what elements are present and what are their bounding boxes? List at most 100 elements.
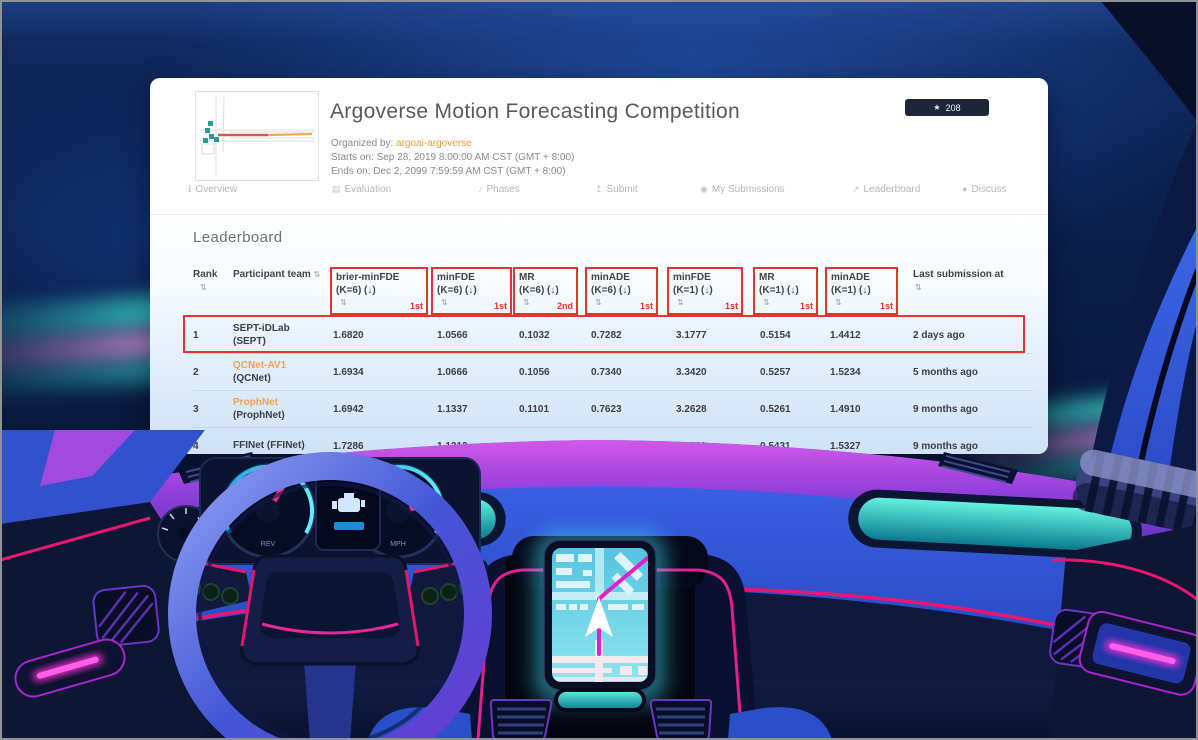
trajectory-line-orange — [268, 134, 312, 135]
star-count-badge[interactable]: ★ 208 — [905, 99, 989, 116]
metric-cell: 1.1337 — [437, 404, 519, 415]
team-cell: ProphNet(ProphNet) — [233, 396, 333, 423]
sort-icon[interactable]: ⇅ — [523, 299, 530, 307]
metric-cell: 0.7623 — [591, 404, 676, 415]
column-header-mr-k6: MR(K=6) (↓)⇅2nd — [519, 261, 591, 317]
star-count: 208 — [946, 103, 961, 113]
rank-cell: 1 — [193, 330, 233, 341]
tab-discuss[interactable]: ●Discuss — [962, 184, 1006, 195]
rank-cell: 4 — [193, 441, 233, 452]
metric-name: brier-minFDE — [336, 272, 422, 285]
metric-name: minFDE — [673, 272, 737, 285]
rank-tag: 2nd — [557, 301, 573, 312]
metric-k: (K=6) (↓) — [591, 285, 652, 298]
metric-name: MR — [759, 272, 812, 285]
team-name-link[interactable]: ProphNet — [233, 396, 333, 410]
tab-overview[interactable]: ℹOverview — [188, 184, 237, 195]
metric-cell: 3.2628 — [676, 404, 760, 415]
tab-submit[interactable]: ↥Submit — [595, 184, 638, 195]
metric-cell: 0.1032 — [519, 330, 591, 341]
metric-cell: 1.7286 — [333, 441, 437, 452]
tab-label: Submit — [607, 184, 638, 195]
tab-leaderboard[interactable]: ⇗Leaderboard — [852, 184, 920, 195]
tab-label: Phases — [487, 184, 520, 195]
metric-cell: 0.5257 — [760, 367, 830, 378]
metric-k: (K=6) (↓) — [437, 285, 506, 298]
column-header-mr-k1: MR(K=1) (↓)⇅1st — [760, 261, 830, 317]
team-cell: SEPT-iDLab(SEPT) — [233, 322, 333, 349]
rank-cell: 3 — [193, 404, 233, 415]
leaderboard-heading: Leaderboard — [193, 229, 282, 246]
organized-by-label: Organized by: — [331, 138, 393, 149]
sort-icon[interactable]: ⇅ — [340, 299, 347, 307]
trajectory-plot — [196, 92, 318, 180]
metric-cell: 1.6820 — [333, 330, 437, 341]
rank-tag: 1st — [800, 301, 813, 312]
table-row-3: 3 ProphNet(ProphNet) 1.6942 1.1337 0.110… — [193, 391, 1033, 428]
metric-k: (K=1) (↓) — [673, 285, 737, 298]
metric-cell: 0.1056 — [519, 367, 591, 378]
metric-cell: 0.7340 — [591, 367, 676, 378]
metric-cell: 1.5327 — [830, 441, 913, 452]
sort-icon[interactable]: ⇅ — [763, 299, 770, 307]
metric-cell: 1.0566 — [437, 330, 519, 341]
rank-tag: 1st — [494, 301, 507, 312]
sort-icon[interactable]: ⇅ — [314, 271, 321, 279]
tab-phases[interactable]: ♪Phases — [478, 184, 520, 195]
table-header-row: Rank⇅ Participant team ⇅ brier-minFDE(K=… — [193, 261, 1033, 317]
metric-cell: 1.4910 — [830, 404, 913, 415]
team-name-link[interactable]: QCNet-AV1 — [233, 359, 333, 373]
competition-nav: ℹOverview ▤ Evaluation ♪Phases ↥Submit ◉ M… — [150, 178, 1048, 208]
rank-tag: 1st — [725, 301, 738, 312]
metric-k: (K=6) (↓) — [336, 285, 422, 298]
tab-evaluation[interactable]: ▤ Evaluation — [332, 184, 391, 195]
sort-icon[interactable]: ⇅ — [915, 284, 1033, 292]
rank-tag: 1st — [880, 301, 893, 312]
annotation-box-metric-3: MR(K=6) (↓)⇅2nd — [513, 267, 578, 315]
metric-cell: 0.5154 — [760, 330, 830, 341]
organizer-link[interactable]: argoai-argoverse — [396, 138, 472, 149]
column-header-minade-k1: minADE(K=1) (↓)⇅ 1st — [830, 261, 913, 317]
tab-my-submissions[interactable]: ◉ My Submissions — [700, 184, 785, 195]
metric-cell: 3.3420 — [676, 367, 760, 378]
annotation-box-metric-7: minADE(K=1) (↓)⇅ 1st — [825, 267, 898, 315]
team-cell: QCNet-AV1(QCNet) — [233, 359, 333, 386]
star-icon: ★ — [933, 104, 940, 112]
annotation-box-metric-4: minADE(K=6) (↓)⇅1st — [585, 267, 658, 315]
sort-icon[interactable]: ⇅ — [441, 299, 448, 307]
annotation-box-metric-2: minFDE(K=6) (↓)⇅1st — [431, 267, 512, 315]
metric-cell: 1.6934 — [333, 367, 437, 378]
column-header-minade-k6: minADE(K=6) (↓)⇅1st — [591, 261, 676, 317]
tab-label: Evaluation — [345, 184, 392, 195]
competition-header: Argoverse Motion Forecasting Competition… — [150, 78, 1048, 214]
metric-k: (K=6) (↓) — [519, 285, 572, 298]
metric-cell: 1.5234 — [830, 367, 913, 378]
column-label: Rank — [193, 269, 217, 280]
chart-bar-icon: ▤ — [332, 185, 341, 194]
ends-on-line: Ends on: Dec 2, 2099 7:59:59 AM CST (GMT… — [331, 166, 565, 177]
rank-tag: 1st — [410, 301, 423, 312]
last-submission-cell: 5 months ago — [913, 367, 1033, 378]
sort-icon[interactable]: ⇅ — [835, 299, 842, 307]
sort-icon[interactable]: ⇅ — [595, 299, 602, 307]
tab-label: My Submissions — [712, 184, 785, 195]
column-label: Last submission at — [913, 269, 1004, 280]
metric-name: minADE — [831, 272, 892, 285]
sort-icon[interactable]: ⇅ — [677, 299, 684, 307]
annotation-box-metric-6: MR(K=1) (↓)⇅1st — [753, 267, 818, 315]
metric-cell: 0.5261 — [760, 404, 830, 415]
column-header-team: Participant team ⇅ — [233, 261, 333, 317]
metric-cell: 0.1124 — [519, 441, 591, 452]
table-row-1: 1 SEPT-iDLab(SEPT) 1.6820 1.0566 0.1032 … — [193, 317, 1033, 354]
column-header-brier-minfde-k6: brier-minFDE(K=6) (↓)⇅ 1st — [333, 261, 437, 317]
metric-cell: 1.4412 — [830, 330, 913, 341]
eye-icon: ◉ — [700, 185, 708, 194]
leaderboard-section: Leaderboard Rank ⇅ Participant team ⇅ bri… — [150, 214, 1048, 454]
metric-k: (K=1) (↓) — [831, 285, 892, 298]
column-header-minfde-k6: minFDE(K=6) (↓)⇅1st — [437, 261, 519, 317]
sort-icon[interactable]: ⇅ — [200, 284, 233, 292]
column-header-rank: Rank ⇅ — [193, 261, 233, 317]
leaderboard-table: Rank⇅ Participant team ⇅ brier-minFDE(K=… — [193, 261, 1033, 454]
organized-by-line: Organized by: argoai-argoverse — [331, 138, 472, 149]
leaderboard-icon: ⇗ — [852, 185, 860, 194]
